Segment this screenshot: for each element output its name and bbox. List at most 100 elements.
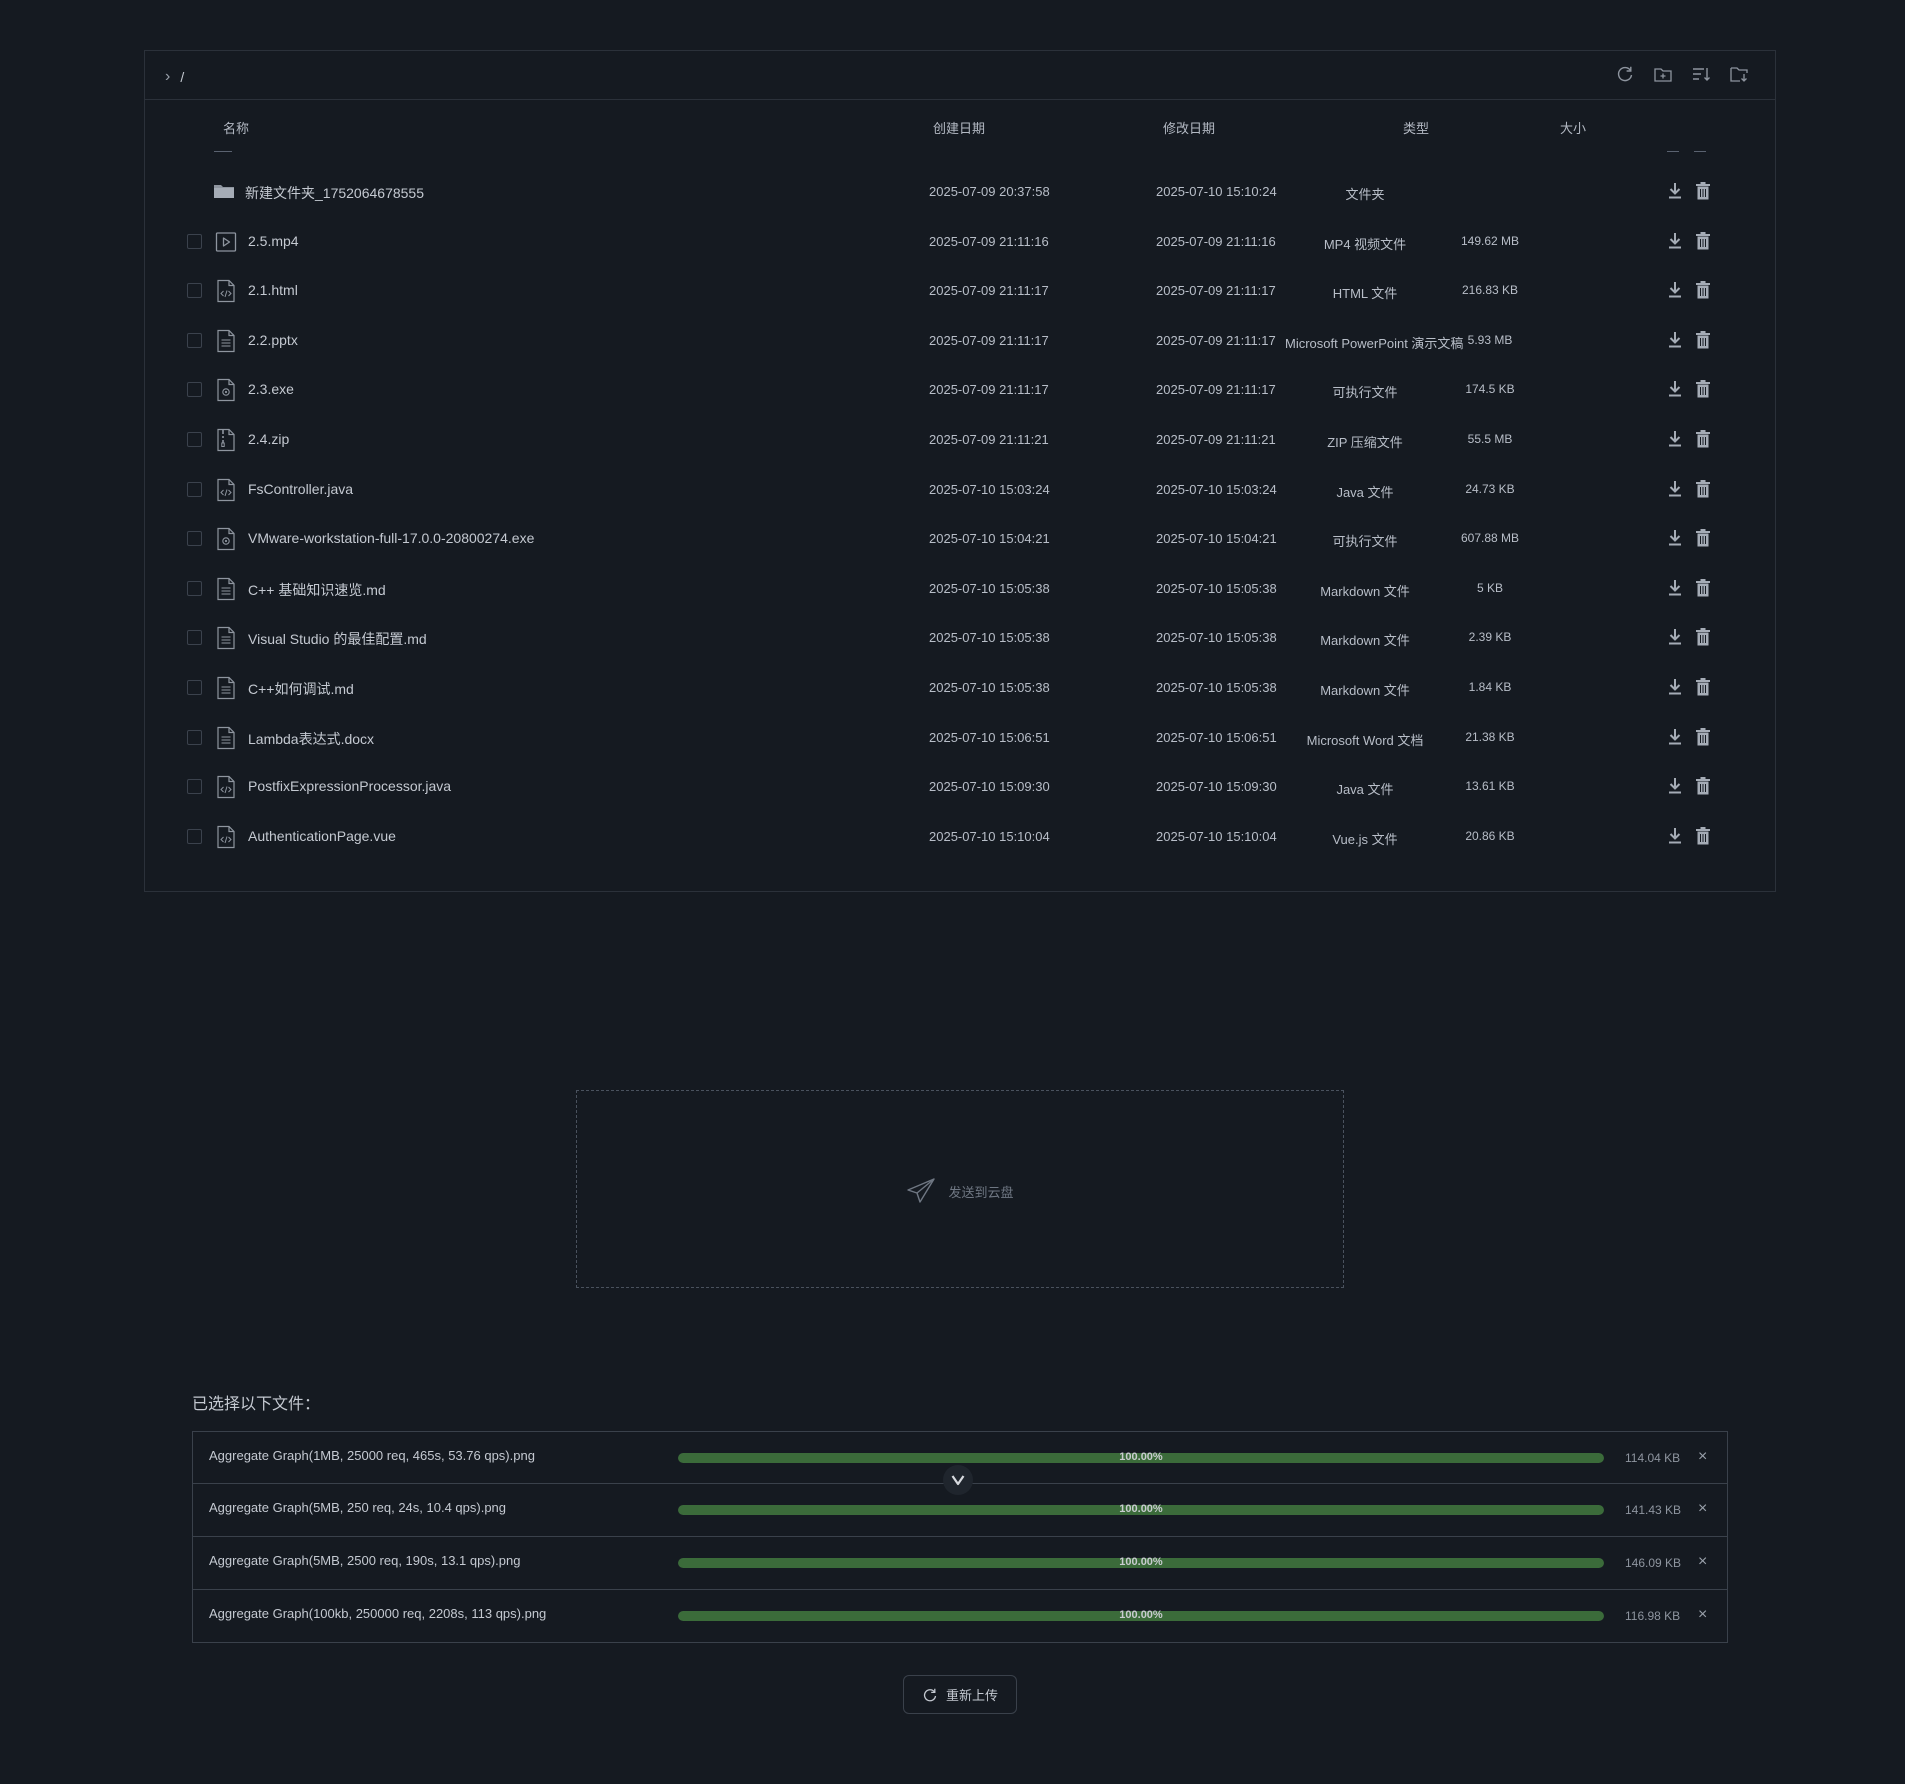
download-icon[interactable] [1666,627,1684,647]
file-row[interactable]: C++ 基础知识速览.md 2025-07-10 15:05:38 2025-07-… [145,568,1777,608]
remove-upload-close-icon[interactable]: × [1698,1448,1707,1466]
download-icon[interactable] [1666,528,1684,548]
column-header-type[interactable]: 类型 [1403,118,1429,137]
collapse-toggle-button[interactable] [943,1465,973,1495]
row-checkbox[interactable] [187,482,202,497]
breadcrumb[interactable]: › / [165,68,184,86]
file-size: 55.5 MB [1467,432,1513,446]
remove-upload-close-icon[interactable]: × [1698,1500,1707,1518]
row-checkbox[interactable] [187,581,202,596]
column-header-name[interactable]: 名称 [223,118,249,137]
file-row[interactable]: FsController.java 2025-07-10 15:03:24 2025… [145,469,1777,509]
panel-header: › / [145,51,1775,100]
delete-icon[interactable] [1694,479,1712,499]
created-date: 2025-07-10 15:09:30 [929,779,1050,794]
new-folder-icon[interactable] [1653,64,1673,84]
delete-icon[interactable] [1694,528,1712,548]
reupload-label[interactable]: 重新上传 [946,1685,998,1704]
upload-file-name: Aggregate Graph(100kb, 250000 req, 2208s… [209,1606,547,1621]
file-row[interactable]: Visual Studio 的最佳配置.md 2025-07-10 15:05:3… [145,617,1777,657]
delete-icon[interactable] [1694,578,1712,598]
delete-icon[interactable] [1694,677,1712,697]
file-name[interactable]: 2.4.zip [248,431,289,447]
row-checkbox[interactable] [187,432,202,447]
delete-icon[interactable] [1694,231,1712,251]
delete-icon[interactable] [1694,379,1712,399]
row-checkbox[interactable] [187,779,202,794]
row-checkbox[interactable] [187,234,202,249]
file-name[interactable]: C++ 基础知识速览.md [248,580,386,600]
file-row[interactable]: 2.5.mp4 2025-07-09 21:11:16 2025-07-09 21:… [145,221,1777,261]
row-checkbox[interactable] [187,730,202,745]
file-name[interactable]: Visual Studio 的最佳配置.md [248,629,427,649]
file-row[interactable]: PostfixExpressionProcessor.java 2025-07-1… [145,766,1777,806]
modified-date: 2025-07-10 15:06:51 [1156,730,1277,745]
file-size: 149.62 MB [1460,234,1520,248]
download-icon[interactable] [1666,479,1684,499]
row-checkbox[interactable] [187,531,202,546]
download-folder-icon[interactable] [1729,64,1749,84]
row-checkbox[interactable] [187,630,202,645]
row-checkbox[interactable] [187,333,202,348]
download-icon[interactable] [1666,578,1684,598]
delete-icon[interactable] [1694,776,1712,796]
file-name[interactable]: 2.3.exe [248,381,294,397]
file-name[interactable]: AuthenticationPage.vue [248,828,396,844]
folder-row[interactable]: 新建文件夹_1752064678555 2025-07-09 20:37:58 20… [145,171,1777,211]
file-row[interactable]: VMware-workstation-full-17.0.0-20800274.… [145,518,1777,558]
download-icon[interactable] [1666,429,1684,449]
file-name[interactable]: 2.1.html [248,282,298,298]
download-icon[interactable] [1666,231,1684,251]
file-row[interactable]: 2.1.html 2025-07-09 21:11:17 2025-07-09 21… [145,270,1777,310]
download-icon[interactable] [1666,181,1684,201]
file-name[interactable]: VMware-workstation-full-17.0.0-20800274.… [248,530,534,546]
file-name[interactable]: C++如何调试.md [248,679,354,699]
file-type: Java 文件 [1336,782,1394,797]
refresh-icon[interactable] [1615,64,1635,84]
file-row[interactable]: Lambda表达式.docx 2025-07-10 15:06:51 2025-07… [145,717,1777,757]
row-checkbox[interactable] [187,829,202,844]
column-header-modified[interactable]: 修改日期 [1163,118,1215,137]
delete-icon[interactable] [1694,826,1712,846]
file-name[interactable]: FsController.java [248,481,353,497]
row-checkbox[interactable] [187,382,202,397]
download-icon[interactable] [1666,330,1684,350]
file-name[interactable]: PostfixExpressionProcessor.java [248,778,451,794]
column-header-size[interactable]: 大小 [1560,118,1586,137]
upload-progress-label: 100.00% [1119,1556,1163,1568]
sort-icon[interactable] [1691,64,1711,84]
delete-icon[interactable] [1694,280,1712,300]
file-name[interactable]: Lambda表达式.docx [248,729,374,749]
file-name[interactable]: 2.2.pptx [248,332,298,348]
delete-icon[interactable] [1694,181,1712,201]
delete-icon[interactable] [1694,429,1712,449]
breadcrumb-path[interactable]: / [180,69,184,85]
file-row[interactable]: AuthenticationPage.vue 2025-07-10 15:10:0… [145,816,1777,856]
column-header-created[interactable]: 创建日期 [933,118,985,137]
download-icon[interactable] [1666,280,1684,300]
delete-icon[interactable] [1694,727,1712,747]
download-icon[interactable] [1666,677,1684,697]
delete-icon[interactable] [1694,627,1712,647]
download-icon[interactable] [1666,379,1684,399]
row-checkbox[interactable] [187,680,202,695]
file-row[interactable]: 2.3.exe 2025-07-09 21:11:17 2025-07-09 21:… [145,369,1777,409]
chevron-right-icon[interactable]: › [165,68,170,86]
file-row[interactable]: C++如何调试.md 2025-07-10 15:05:38 2025-07-10 … [145,667,1777,707]
download-icon[interactable] [1666,826,1684,846]
row-checkbox[interactable] [187,283,202,298]
upload-dropzone[interactable]: 发送到云盘 [576,1090,1344,1288]
download-icon[interactable] [1666,727,1684,747]
file-name[interactable]: 2.5.mp4 [248,233,299,249]
file-row[interactable]: 2.4.zip 2025-07-09 21:11:21 2025-07-09 21:… [145,419,1777,459]
remove-upload-close-icon[interactable]: × [1698,1553,1707,1571]
remove-upload-close-icon[interactable]: × [1698,1606,1707,1624]
reupload-button[interactable]: 重新上传 [903,1675,1017,1714]
file-name[interactable]: 新建文件夹_1752064678555 [245,183,424,203]
upload-file-name: Aggregate Graph(5MB, 2500 req, 190s, 13.… [209,1553,521,1568]
modified-date: 2025-07-10 15:03:24 [1156,482,1277,497]
delete-icon[interactable] [1694,330,1712,350]
file-row[interactable]: 2.2.pptx 2025-07-09 21:11:17 2025-07-09 21… [145,320,1777,360]
download-icon[interactable] [1666,776,1684,796]
code-file-icon [215,825,237,849]
